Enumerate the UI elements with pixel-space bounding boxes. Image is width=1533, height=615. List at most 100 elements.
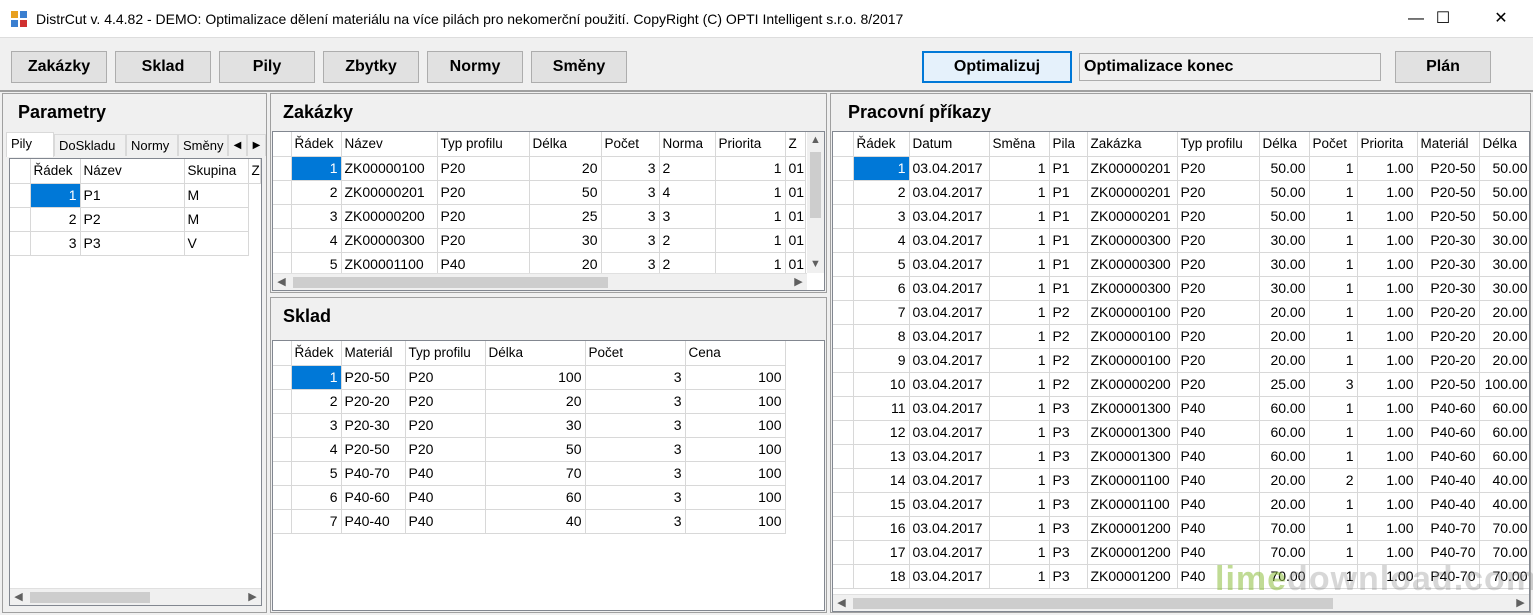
- prikazy-cell[interactable]: 100.00: [1479, 372, 1529, 397]
- row-selector[interactable]: [833, 156, 854, 181]
- prikazy-cell[interactable]: 1: [989, 420, 1050, 445]
- pily-cell[interactable]: M: [184, 183, 249, 208]
- prikazy-column-header[interactable]: Pila: [1049, 132, 1088, 157]
- prikazy-cell[interactable]: 1.00: [1357, 444, 1418, 469]
- zakazky-cell[interactable]: ZK00000300: [341, 228, 438, 253]
- sklad-column-header[interactable]: Typ profilu: [405, 341, 486, 366]
- sklad-table-row[interactable]: 2 P20-20 P20 20 3 100: [273, 389, 786, 414]
- pily-table-row[interactable]: 1 P1 M: [10, 183, 260, 208]
- prikazy-cell[interactable]: 1.00: [1357, 180, 1418, 205]
- prikazy-cell[interactable]: 1: [989, 204, 1050, 229]
- prikazy-cell[interactable]: P20-30: [1417, 252, 1480, 277]
- pily-cell[interactable]: 1: [30, 183, 81, 208]
- prikazy-cell[interactable]: 20.00: [1259, 492, 1310, 517]
- prikazy-table-row[interactable]: 16 03.04.2017 1 P3 ZK00001200 P40 70.00 1 1.00 P4…: [833, 516, 1529, 541]
- prikazy-cell[interactable]: 20.00: [1479, 324, 1529, 349]
- prikazy-column-header[interactable]: Materiál: [1417, 132, 1480, 157]
- zakazky-column-header[interactable]: Délka: [529, 132, 602, 157]
- zakazky-column-header[interactable]: Z: [785, 132, 806, 157]
- zakazky-cell[interactable]: 3: [601, 180, 660, 205]
- sklad-cell[interactable]: 3: [585, 437, 686, 462]
- prikazy-column-header[interactable]: Typ profilu: [1177, 132, 1260, 157]
- prikazy-cell[interactable]: ZK00001100: [1087, 468, 1178, 493]
- prikazy-cell[interactable]: 12: [853, 420, 910, 445]
- prikazy-cell[interactable]: 20.00: [1259, 348, 1310, 373]
- prikazy-column-header[interactable]: Priorita: [1357, 132, 1418, 157]
- prikazy-cell[interactable]: 03.04.2017: [909, 540, 990, 565]
- pily-table-row[interactable]: 3 P3 V: [10, 231, 260, 256]
- prikazy-cell[interactable]: 30.00: [1259, 252, 1310, 277]
- prikazy-cell[interactable]: 1: [1309, 444, 1358, 469]
- prikazy-cell[interactable]: P3: [1049, 396, 1088, 421]
- prikazy-cell[interactable]: P20-50: [1417, 204, 1480, 229]
- sklad-cell[interactable]: 50: [485, 437, 586, 462]
- sklad-cell[interactable]: P40-60: [341, 485, 406, 510]
- prikazy-cell[interactable]: 1.00: [1357, 420, 1418, 445]
- pily-cell[interactable]: M: [184, 207, 249, 232]
- sklad-cell[interactable]: P40-70: [341, 461, 406, 486]
- prikazy-cell[interactable]: P40-40: [1417, 468, 1480, 493]
- tab-scroll-left-icon[interactable]: ◀: [228, 134, 247, 156]
- zakazky-cell[interactable]: ZK00000201: [341, 180, 438, 205]
- row-selector[interactable]: [10, 231, 31, 256]
- prikazy-cell[interactable]: 03.04.2017: [909, 228, 990, 253]
- row-selector[interactable]: [273, 509, 292, 534]
- prikazy-cell[interactable]: 20.00: [1259, 468, 1310, 493]
- scroll-thumb[interactable]: [810, 152, 821, 218]
- zakazky-vscroll[interactable]: ▲ ▼: [807, 132, 824, 273]
- prikazy-cell[interactable]: 1.00: [1357, 276, 1418, 301]
- scroll-thumb[interactable]: [853, 598, 1333, 609]
- zakazky-column-header[interactable]: Počet: [601, 132, 660, 157]
- prikazy-cell[interactable]: 1: [1309, 228, 1358, 253]
- row-selector[interactable]: [833, 540, 854, 565]
- zakazky-cell[interactable]: 2: [659, 156, 716, 181]
- prikazy-cell[interactable]: 1.00: [1357, 156, 1418, 181]
- sklad-cell[interactable]: 3: [585, 509, 686, 534]
- prikazy-table-row[interactable]: 5 03.04.2017 1 P1 ZK00000300 P20 30.00 1 1.00 P20…: [833, 252, 1529, 277]
- prikazy-cell[interactable]: 8: [853, 324, 910, 349]
- scroll-left-icon[interactable]: ◀: [10, 589, 27, 605]
- prikazy-column-header[interactable]: Řádek: [853, 132, 910, 157]
- zbytky-button[interactable]: Zbytky: [323, 51, 419, 83]
- prikazy-cell[interactable]: P20: [1177, 300, 1260, 325]
- zakazky-cell[interactable]: 4: [659, 180, 716, 205]
- prikazy-column-header[interactable]: Délka: [1479, 132, 1529, 157]
- prikazy-cell[interactable]: 2: [853, 180, 910, 205]
- prikazy-cell[interactable]: ZK00000201: [1087, 204, 1178, 229]
- zakazky-cell[interactable]: ZK00000200: [341, 204, 438, 229]
- plan-button[interactable]: Plán: [1395, 51, 1491, 83]
- prikazy-cell[interactable]: P20-20: [1417, 348, 1480, 373]
- prikazy-table-row[interactable]: 10 03.04.2017 1 P2 ZK00000200 P20 25.00 3 1.00 P2…: [833, 372, 1529, 397]
- prikazy-cell[interactable]: P20: [1177, 252, 1260, 277]
- prikazy-cell[interactable]: P40: [1177, 468, 1260, 493]
- prikazy-cell[interactable]: P20: [1177, 204, 1260, 229]
- row-selector[interactable]: [10, 207, 31, 232]
- prikazy-table-row[interactable]: 11 03.04.2017 1 P3 ZK00001300 P40 60.00 1 1.00 P4…: [833, 396, 1529, 421]
- prikazy-cell[interactable]: 60.00: [1259, 444, 1310, 469]
- prikazy-cell[interactable]: 03.04.2017: [909, 396, 990, 421]
- prikazy-cell[interactable]: 70.00: [1479, 516, 1529, 541]
- sklad-cell[interactable]: P20: [405, 389, 486, 414]
- prikazy-cell[interactable]: 30.00: [1259, 228, 1310, 253]
- sklad-cell[interactable]: 6: [291, 485, 342, 510]
- sklad-cell[interactable]: P20-50: [341, 437, 406, 462]
- sklad-table-row[interactable]: 5 P40-70 P40 70 3 100: [273, 461, 786, 486]
- zakazky-cell[interactable]: 1: [715, 156, 786, 181]
- prikazy-cell[interactable]: 60.00: [1479, 396, 1529, 421]
- zakazky-cell[interactable]: 3: [659, 204, 716, 229]
- prikazy-cell[interactable]: 1: [989, 300, 1050, 325]
- prikazy-cell[interactable]: P20-50: [1417, 372, 1480, 397]
- prikazy-table-row[interactable]: 4 03.04.2017 1 P1 ZK00000300 P20 30.00 1 1.00 P20…: [833, 228, 1529, 253]
- zakazky-button[interactable]: Zakázky: [11, 51, 107, 83]
- prikazy-cell[interactable]: 50.00: [1479, 156, 1529, 181]
- prikazy-cell[interactable]: P20: [1177, 372, 1260, 397]
- sklad-cell[interactable]: 3: [585, 365, 686, 390]
- prikazy-cell[interactable]: ZK00000300: [1087, 276, 1178, 301]
- zakazky-cell[interactable]: ZK00000100: [341, 156, 438, 181]
- prikazy-cell[interactable]: 1: [989, 468, 1050, 493]
- prikazy-cell[interactable]: ZK00001100: [1087, 492, 1178, 517]
- zakazky-cell[interactable]: 1: [291, 156, 342, 181]
- pily-cell[interactable]: P1: [80, 183, 185, 208]
- sklad-cell[interactable]: 3: [585, 413, 686, 438]
- prikazy-cell[interactable]: 03.04.2017: [909, 276, 990, 301]
